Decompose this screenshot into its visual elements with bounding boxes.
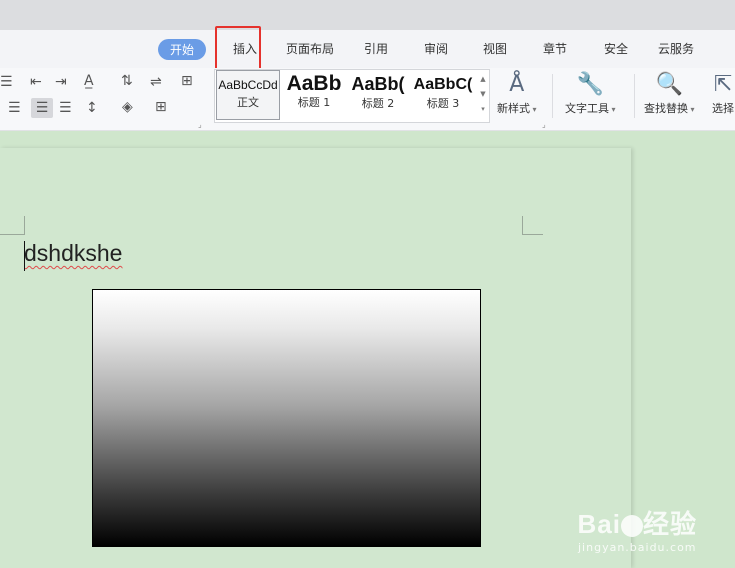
style-heading-2-label: 标题 2	[361, 97, 395, 110]
line-spacing-icon[interactable]: ↕	[86, 100, 98, 116]
wrench-icon: 🔧	[576, 72, 604, 97]
search-icon: 🔍	[655, 72, 683, 97]
cursor-icon: ⇱	[713, 72, 733, 97]
tab-view[interactable]: 视图	[483, 40, 507, 57]
style-gallery: AaBbCcDd 正文 AaBb 标题 1 AaBb( 标题 2 AaBbC( …	[214, 69, 490, 123]
margin-corner-top-right	[522, 216, 543, 235]
style-heading-1-label: 标题 1	[297, 96, 331, 109]
tab-security[interactable]: 安全	[604, 40, 628, 57]
document-text[interactable]: dshdkshe	[24, 240, 122, 267]
watermark-brand-left: Bai	[577, 509, 621, 539]
style-normal-sample: AaBbCcDd	[218, 78, 278, 92]
justify-icon[interactable]: ☰	[31, 98, 53, 118]
increase-indent-icon[interactable]: ⇥	[55, 74, 67, 90]
gradient-image[interactable]	[92, 289, 481, 547]
style-heading-1[interactable]: AaBb 标题 1	[283, 70, 345, 120]
line-break-icon[interactable]: ⇌	[150, 74, 162, 90]
decrease-indent-icon[interactable]: ⇤	[30, 74, 42, 90]
shading-icon[interactable]: ◈	[122, 99, 133, 115]
tab-start[interactable]: 开始	[158, 39, 207, 60]
new-style-icon: Å	[509, 72, 525, 97]
watermark-brand-right: 经验	[642, 509, 697, 539]
distribute-icon[interactable]: ☰	[59, 100, 72, 116]
paragraph-launcher-icon[interactable]: ⌟	[198, 120, 202, 129]
new-style-label: 新样式	[497, 102, 530, 115]
margin-corner-top-left	[0, 216, 25, 235]
table-border-icon[interactable]: ⊞	[181, 73, 193, 89]
style-gallery-scroll[interactable]: ▲ ▼ ▾	[478, 72, 488, 117]
paw-icon	[620, 515, 643, 538]
text-tools-label: 文字工具	[565, 102, 609, 115]
title-strip	[0, 0, 735, 30]
find-replace-label: 查找替换	[644, 102, 688, 115]
borders-icon[interactable]: ⊞	[155, 99, 167, 115]
tab-cloud-service[interactable]: 云服务	[658, 40, 694, 57]
style-heading-3-label: 标题 3	[426, 97, 460, 110]
style-heading-3-sample: AaBbC(	[413, 76, 473, 93]
find-replace-button[interactable]: 🔍 查找替换 ▾	[644, 70, 695, 116]
select-button[interactable]: ⇱ 选择	[712, 70, 734, 116]
align-right-icon[interactable]: ☰	[8, 100, 21, 116]
divider	[552, 74, 553, 118]
watermark-url: jingyan.baidu.com	[578, 541, 697, 554]
style-heading-3[interactable]: AaBbC( 标题 3	[411, 70, 475, 120]
misspelled-word[interactable]: dshdkshe	[24, 240, 122, 266]
sort-icon[interactable]: ⇅	[121, 73, 133, 89]
list-icon[interactable]: ☰	[0, 74, 13, 90]
ribbon-toolbar: ☰ ⇤ ⇥ A̲ ⇅ ⇌ ⊞ ☰ ☰ ☰ ↕ ◈ ⊞ ⌟ AaBbCcDd 正文…	[0, 68, 735, 131]
divider	[634, 74, 635, 118]
style-heading-2[interactable]: AaBb( 标题 2	[347, 70, 409, 120]
tab-section[interactable]: 章节	[543, 40, 567, 57]
select-label: 选择	[712, 102, 734, 115]
ribbon-tab-bar: 开始 插入 页面布局 引用 审阅 视图 章节 安全 云服务	[0, 30, 735, 68]
text-cursor	[24, 241, 25, 271]
style-normal-label: 正文	[237, 96, 259, 109]
baidu-jingyan-watermark: Bai 经验 jingyan.baidu.com	[578, 504, 697, 554]
tab-review[interactable]: 审阅	[424, 40, 448, 57]
styles-launcher-icon[interactable]: ⌟	[542, 120, 546, 129]
new-style-button[interactable]: Å 新样式 ▾	[497, 70, 537, 116]
character-spacing-icon[interactable]: A̲	[84, 73, 94, 89]
tab-page-layout[interactable]: 页面布局	[286, 40, 334, 57]
tab-references[interactable]: 引用	[364, 40, 388, 57]
style-normal[interactable]: AaBbCcDd 正文	[216, 70, 280, 120]
document-page[interactable]: dshdkshe	[0, 148, 631, 568]
style-heading-2-sample: AaBb(	[351, 74, 405, 94]
style-heading-1-sample: AaBb	[286, 72, 342, 95]
text-tools-button[interactable]: 🔧 文字工具 ▾	[565, 70, 616, 116]
